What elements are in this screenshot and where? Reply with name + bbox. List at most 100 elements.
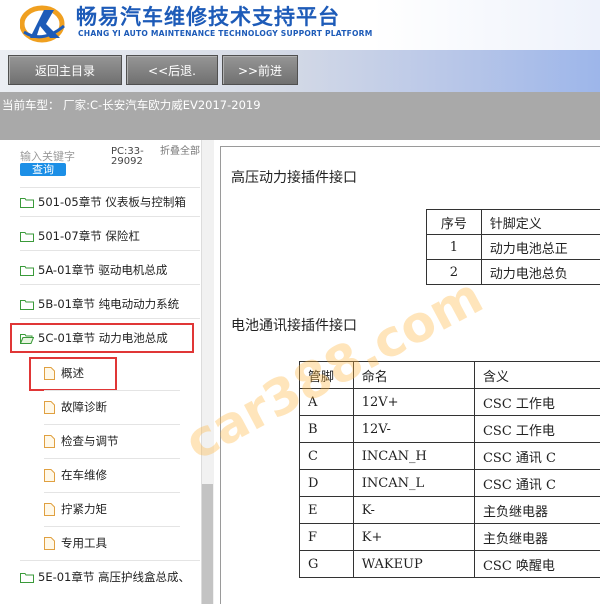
table-cell: 12V+	[352, 388, 475, 416]
hv-pin-table: 序号 针脚定义 1 动力电池总正 2 动力电池总负	[426, 209, 600, 285]
document-icon	[44, 502, 55, 516]
folder-icon	[20, 572, 34, 583]
tree-divider	[44, 390, 180, 391]
table-row: F K+ 主负继电器	[299, 523, 600, 551]
tree-item-label: 501-05章节 仪表板与控制箱	[38, 195, 186, 209]
tree-item-label: 检查与调节	[61, 434, 119, 448]
toolbar: 返回主目录 <<后退. >>前进	[0, 50, 600, 92]
tree-divider	[20, 187, 200, 188]
section-title-hv-connector: 高压动力接插件接口	[231, 170, 357, 186]
table-cell: K+	[352, 523, 475, 551]
table-cell: WAKEUP	[352, 550, 475, 578]
table-cell: INCAN_L	[352, 469, 475, 497]
folder-open-icon	[20, 333, 34, 344]
tree-item-overview[interactable]: 概述	[44, 362, 84, 384]
table-header: 管脚	[299, 361, 354, 389]
table-cell: C	[299, 442, 354, 470]
fold-all-link[interactable]: 折叠全部	[160, 147, 200, 157]
tree-item-diagnosis[interactable]: 故障诊断	[44, 396, 107, 418]
tree-item-torque[interactable]: 拧紧力矩	[44, 498, 107, 520]
table-row: C INCAN_H CSC 通讯 C	[299, 442, 600, 470]
logo-icon	[20, 5, 65, 43]
document-icon	[44, 468, 55, 482]
folder-icon	[20, 299, 34, 310]
tree-item-special-tools[interactable]: 专用工具	[44, 532, 107, 554]
tree-item-label: 在车维修	[61, 468, 107, 482]
document-icon	[44, 366, 55, 380]
table-cell: CSC 唤醒电	[473, 550, 600, 578]
search-input[interactable]: 输入关键字	[20, 148, 75, 164]
search-button[interactable]: 查询	[20, 163, 66, 176]
table-cell: F	[299, 523, 354, 551]
tree-item-label: 概述	[61, 366, 84, 380]
table-cell: 动力电池总负	[480, 259, 600, 285]
document-icon	[44, 434, 55, 448]
table-cell: A	[299, 388, 354, 416]
table-row: B 12V- CSC 工作电	[299, 415, 600, 443]
comm-pin-table: 管脚 命名 含义 A 12V+ CSC 工作电 B 12V- CSC 工作电 C…	[299, 361, 600, 578]
tree-divider	[20, 318, 200, 319]
tree-divider	[44, 458, 180, 459]
tree-item-label: 专用工具	[61, 536, 107, 550]
tree-item-label: 5E-01章节 高压护线盒总成、	[38, 570, 191, 584]
document-icon	[44, 400, 55, 414]
table-header: 针脚定义	[480, 209, 600, 235]
tree-divider	[20, 250, 200, 251]
table-cell: 1	[426, 234, 482, 260]
tree-item-label: 5B-01章节 纯电动动力系统	[38, 297, 180, 311]
brand-subtitle: CHANG YI AUTO MAINTENANCE TECHNOLOGY SUP…	[78, 29, 373, 38]
tree-scrollbar-thumb[interactable]	[202, 484, 213, 604]
header: 畅易汽车维修技术支持平台 CHANG YI AUTO MAINTENANCE T…	[0, 0, 600, 50]
table-cell: E	[299, 496, 354, 524]
table-cell: CSC 通讯 C	[473, 442, 600, 470]
table-row: D INCAN_L CSC 通讯 C	[299, 469, 600, 497]
table-header: 序号	[426, 209, 482, 235]
table-cell: D	[299, 469, 354, 497]
table-cell: CSC 工作电	[473, 415, 600, 443]
tree-item-label: 5C-01章节 动力电池总成	[38, 331, 168, 345]
table-cell: INCAN_H	[352, 442, 475, 470]
forward-button[interactable]: >>前进	[222, 55, 298, 85]
document-page: 高压动力接插件接口 序号 针脚定义 1 动力电池总正 2 动力电池总负 电池通讯…	[220, 146, 600, 604]
table-cell: K-	[352, 496, 475, 524]
tree-item-onvehicle-repair[interactable]: 在车维修	[44, 464, 107, 486]
table-header-row: 管脚 命名 含义	[299, 361, 600, 389]
table-cell: B	[299, 415, 354, 443]
current-vehicle-bar: 当前车型： 厂家:C-长安汽车欧力威EV2017-2019	[0, 92, 600, 140]
left-tree-panel: 输入关键字 查询 PC:33-29092 折叠全部 501-05章节 仪表板与控…	[0, 140, 200, 604]
table-cell: CSC 工作电	[473, 388, 600, 416]
tree-item-501-07[interactable]: 501-07章节 保险杠	[20, 225, 140, 247]
tree-item-5b-01[interactable]: 5B-01章节 纯电动动力系统	[20, 293, 179, 315]
tree-divider	[20, 216, 200, 217]
tree-divider	[20, 284, 200, 285]
tree-item-5a-01[interactable]: 5A-01章节 驱动电机总成	[20, 259, 167, 281]
table-header: 命名	[352, 361, 475, 389]
folder-icon	[20, 265, 34, 276]
section-title-battery-comm: 电池通讯接插件接口	[231, 318, 357, 334]
home-button[interactable]: 返回主目录	[8, 55, 122, 85]
tree-divider	[20, 560, 200, 561]
table-cell: G	[299, 550, 354, 578]
back-button[interactable]: <<后退.	[126, 55, 218, 85]
table-cell: 主负继电器	[473, 496, 600, 524]
folder-icon	[20, 197, 34, 208]
folder-icon	[20, 231, 34, 242]
tree-item-5e-01[interactable]: 5E-01章节 高压护线盒总成、	[20, 566, 190, 588]
tree-divider	[44, 526, 180, 527]
document-view: 高压动力接插件接口 序号 针脚定义 1 动力电池总正 2 动力电池总负 电池通讯…	[214, 140, 600, 604]
table-row: 1 动力电池总正	[426, 234, 600, 260]
table-header: 含义	[473, 361, 600, 389]
tree-item-501-05[interactable]: 501-05章节 仪表板与控制箱	[20, 191, 186, 213]
table-row: A 12V+ CSC 工作电	[299, 388, 600, 416]
table-row: 2 动力电池总负	[426, 259, 600, 285]
tree-item-inspection[interactable]: 检查与调节	[44, 430, 119, 452]
tree-item-5c-01[interactable]: 5C-01章节 动力电池总成	[20, 327, 168, 349]
tree-divider	[44, 492, 180, 493]
current-vehicle-text: 当前车型： 厂家:C-长安汽车欧力威EV2017-2019	[2, 98, 261, 112]
table-cell: CSC 通讯 C	[473, 469, 600, 497]
tree-item-label: 拧紧力矩	[61, 502, 107, 516]
table-cell: 2	[426, 259, 482, 285]
tree-divider	[44, 424, 180, 425]
table-header-row: 序号 针脚定义	[426, 209, 600, 235]
tree-item-label: 故障诊断	[61, 400, 107, 414]
